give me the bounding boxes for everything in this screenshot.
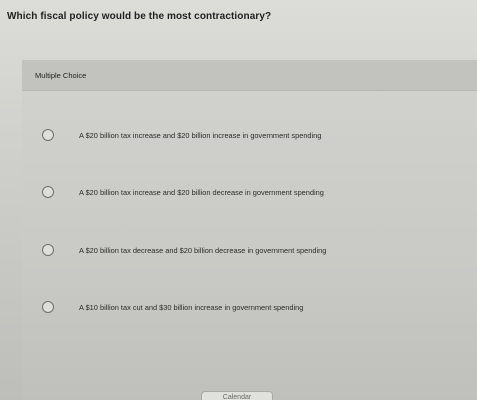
radio-button-1[interactable]: [42, 129, 54, 141]
answer-option-4[interactable]: A $10 billion tax cut and $30 billion in…: [42, 298, 462, 316]
answer-option-3-label: A $20 billion tax decrease and $20 billi…: [79, 245, 327, 255]
section-label: Multiple Choice: [35, 71, 87, 80]
answer-option-1-label: A $20 billion tax increase and $20 billi…: [79, 130, 322, 140]
multiple-choice-panel: Multiple Choice A $20 billion tax increa…: [22, 60, 477, 400]
radio-button-3[interactable]: [42, 244, 54, 256]
answer-option-3[interactable]: A $20 billion tax decrease and $20 billi…: [42, 241, 462, 259]
panel-header: Multiple Choice: [22, 60, 477, 91]
calendar-button[interactable]: Calendar: [201, 391, 273, 400]
answer-option-2[interactable]: A $20 billion tax increase and $20 billi…: [42, 183, 462, 201]
answer-option-2-label: A $20 billion tax increase and $20 billi…: [79, 187, 324, 197]
answer-option-1[interactable]: A $20 billion tax increase and $20 billi…: [42, 126, 462, 144]
question-text: Which fiscal policy would be the most co…: [7, 11, 272, 22]
radio-button-4[interactable]: [42, 301, 54, 313]
radio-button-2[interactable]: [42, 186, 54, 198]
answer-option-4-label: A $10 billion tax cut and $30 billion in…: [79, 302, 304, 312]
